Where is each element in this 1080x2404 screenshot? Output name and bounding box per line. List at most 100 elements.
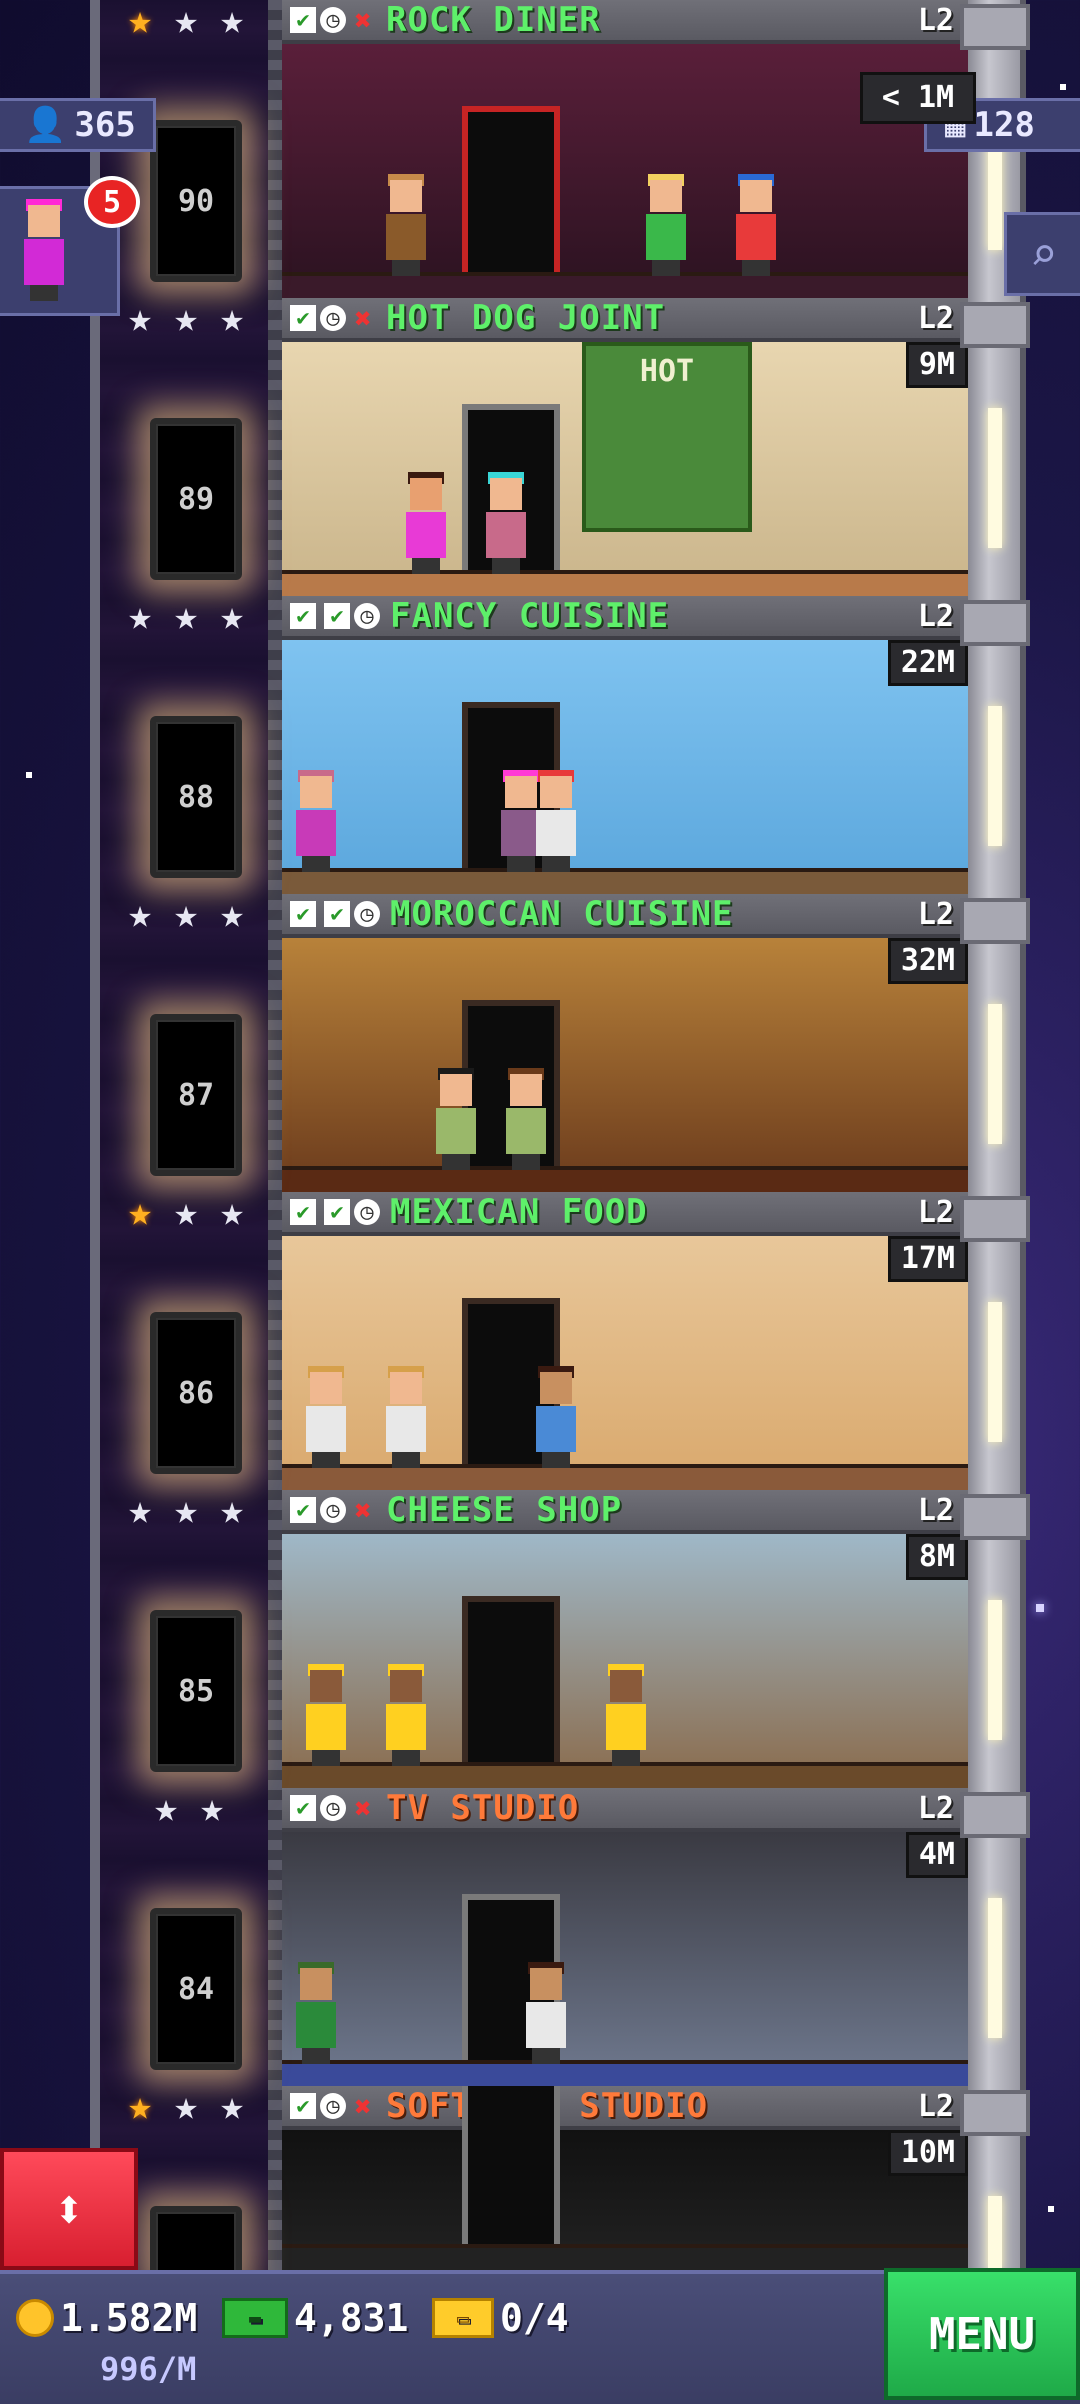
check-icon: ✔ <box>290 1199 316 1225</box>
star-icon: ★ <box>219 593 245 639</box>
bitizen[interactable] <box>382 1664 430 1766</box>
floor-89[interactable]: ✔ ◷ ✖ HOT DOG JOINT L2 HOT 9M <box>282 298 968 596</box>
floor-room[interactable] <box>282 1832 968 2086</box>
bitizen[interactable] <box>402 472 450 574</box>
floor-door <box>462 1596 560 1768</box>
star-icon: ★ <box>127 891 153 937</box>
floor-cash[interactable]: 22M <box>887 640 968 686</box>
bitizen[interactable] <box>602 1664 650 1766</box>
floor-86[interactable]: ✔ ✔ ◷ MEXICAN FOOD L2 17M <box>282 1192 968 1490</box>
coins-value: 1.582M <box>60 2296 198 2340</box>
elevator-door[interactable]: 90 <box>150 120 242 282</box>
floor-84[interactable]: ✔ ◷ ✖ TV STUDIO L2 4M <box>282 1788 968 2086</box>
bitizen[interactable] <box>532 1366 580 1468</box>
window-light <box>988 1898 1002 2038</box>
floor-room[interactable] <box>282 938 968 1192</box>
floor-85[interactable]: ✔ ◷ ✖ CHEESE SHOP L2 8M <box>282 1490 968 1788</box>
population-count: 365 <box>74 105 136 145</box>
floor-cash[interactable]: 10M <box>887 2130 968 2176</box>
floor-room[interactable] <box>282 2086 968 2270</box>
window-light <box>988 1302 1002 1442</box>
star-icon: ★ <box>153 1785 179 1831</box>
elevator-door[interactable]: 86 <box>150 1312 242 1474</box>
star-icon: ★ <box>173 891 199 937</box>
floor-name: FANCY CUISINE <box>390 596 670 636</box>
star-icon: ★ <box>219 2083 245 2129</box>
bitizen[interactable] <box>482 472 530 574</box>
floor-header[interactable]: ✔◷✖SOFTWARE STUDIOL2 <box>282 2086 968 2130</box>
bitizen[interactable] <box>732 174 780 276</box>
elevator-door[interactable]: 87 <box>150 1014 242 1176</box>
tickets-value: 0/4 <box>500 2296 569 2340</box>
floor-level: L2 <box>917 896 954 932</box>
floor-88[interactable]: ✔ ✔ ◷ FANCY CUISINE L2 22M <box>282 596 968 894</box>
bitizen[interactable] <box>382 174 430 276</box>
elevator-door[interactable]: 88 <box>150 716 242 878</box>
bitizen[interactable] <box>522 1962 570 2064</box>
bitizen[interactable] <box>292 770 340 872</box>
elevator-door[interactable]: 85 <box>150 1610 242 1772</box>
cross-icon: ✖ <box>354 1791 372 1825</box>
floor-room[interactable] <box>282 1236 968 1490</box>
population-badge[interactable]: 👤 365 <box>0 98 156 152</box>
bitizen[interactable] <box>302 1366 350 1468</box>
floor-name: CHEESE SHOP <box>386 1490 623 1530</box>
check-icon: ✔ <box>324 1199 350 1225</box>
floor-header[interactable]: ✔ ✔ ◷ MOROCCAN CUISINE L2 <box>282 894 968 938</box>
floor-room[interactable]: HOT <box>282 342 968 596</box>
coins-stat: 1.582M <box>16 2296 197 2340</box>
bitizen[interactable] <box>502 1068 550 1170</box>
search-button[interactable]: ⌕ <box>1004 212 1080 296</box>
floor-header[interactable]: ✔ ✔ ◷ MEXICAN FOOD L2 <box>282 1192 968 1236</box>
background-star <box>26 772 32 778</box>
bitizen[interactable] <box>382 1366 430 1468</box>
clock-icon: ◷ <box>354 1199 380 1225</box>
bitizen[interactable] <box>532 770 580 872</box>
clock-icon: ◷ <box>320 2093 346 2119</box>
floor-cash[interactable]: 17M <box>887 1236 968 1282</box>
floor-header[interactable]: ✔ ◷ ✖ HOT DOG JOINT L2 <box>282 298 968 342</box>
floor-door <box>462 2086 560 2250</box>
elevator-button[interactable]: ⬍ <box>0 2148 138 2270</box>
cross-icon: ✖ <box>354 1493 372 1527</box>
floor-cash[interactable]: 9M <box>905 342 968 388</box>
floor-header[interactable]: ✔ ◷ ✖ TV STUDIO L2 <box>282 1788 968 1832</box>
floor-cash[interactable]: 4M <box>905 1832 968 1878</box>
floor-87[interactable]: ✔ ✔ ◷ MOROCCAN CUISINE L2 32M <box>282 894 968 1192</box>
window-light <box>988 1600 1002 1740</box>
floor-name: HOT DOG JOINT <box>386 298 666 338</box>
floor-partial[interactable]: ✔◷✖SOFTWARE STUDIOL210M <box>282 2086 968 2270</box>
clock-icon: ◷ <box>320 1795 346 1821</box>
star-icon: ★ <box>219 295 245 341</box>
frame-notch <box>960 2090 1030 2136</box>
clock-icon: ◷ <box>354 901 380 927</box>
floor-level: L2 <box>917 1194 954 1230</box>
floor-header[interactable]: ✔ ✔ ◷ FANCY CUISINE L2 <box>282 596 968 640</box>
elevator-door[interactable]: 89 <box>150 418 242 580</box>
check-icon: ✔ <box>290 1497 316 1523</box>
floor-cash[interactable]: 32M <box>887 938 968 984</box>
bitizen[interactable] <box>642 174 690 276</box>
star-icon: ★ <box>173 1487 199 1533</box>
star-icon: ★ <box>173 0 199 43</box>
floor-room[interactable] <box>282 640 968 894</box>
background-star <box>1036 1604 1044 1612</box>
bitizen[interactable] <box>292 1962 340 2064</box>
floor-strip <box>282 2244 968 2270</box>
floor-strip <box>282 868 968 894</box>
floor-header[interactable]: ✔ ◷ ✖ CHEESE SHOP L2 <box>282 1490 968 1534</box>
bitizen[interactable] <box>432 1068 480 1170</box>
menu-button[interactable]: MENU <box>884 2268 1080 2400</box>
bitizen[interactable] <box>302 1664 350 1766</box>
elevator-door[interactable]: 84 <box>150 1908 242 2070</box>
magnifier-icon: ⌕ <box>1029 227 1058 281</box>
frame-notch <box>960 898 1030 944</box>
floor-90[interactable]: ✔ ◷ ✖ ROCK DINER L2 <box>282 0 968 298</box>
up-down-arrows-icon: ⬍ <box>52 2177 86 2241</box>
floor-cash[interactable]: 8M <box>905 1534 968 1580</box>
star-icon: ★ <box>173 1189 199 1235</box>
floor-header[interactable]: ✔ ◷ ✖ ROCK DINER L2 <box>282 0 968 44</box>
floor-star-rating: ★ ★ ★ <box>120 2086 252 2126</box>
floor-room[interactable] <box>282 1534 968 1788</box>
star-icon: ★ <box>219 0 245 43</box>
